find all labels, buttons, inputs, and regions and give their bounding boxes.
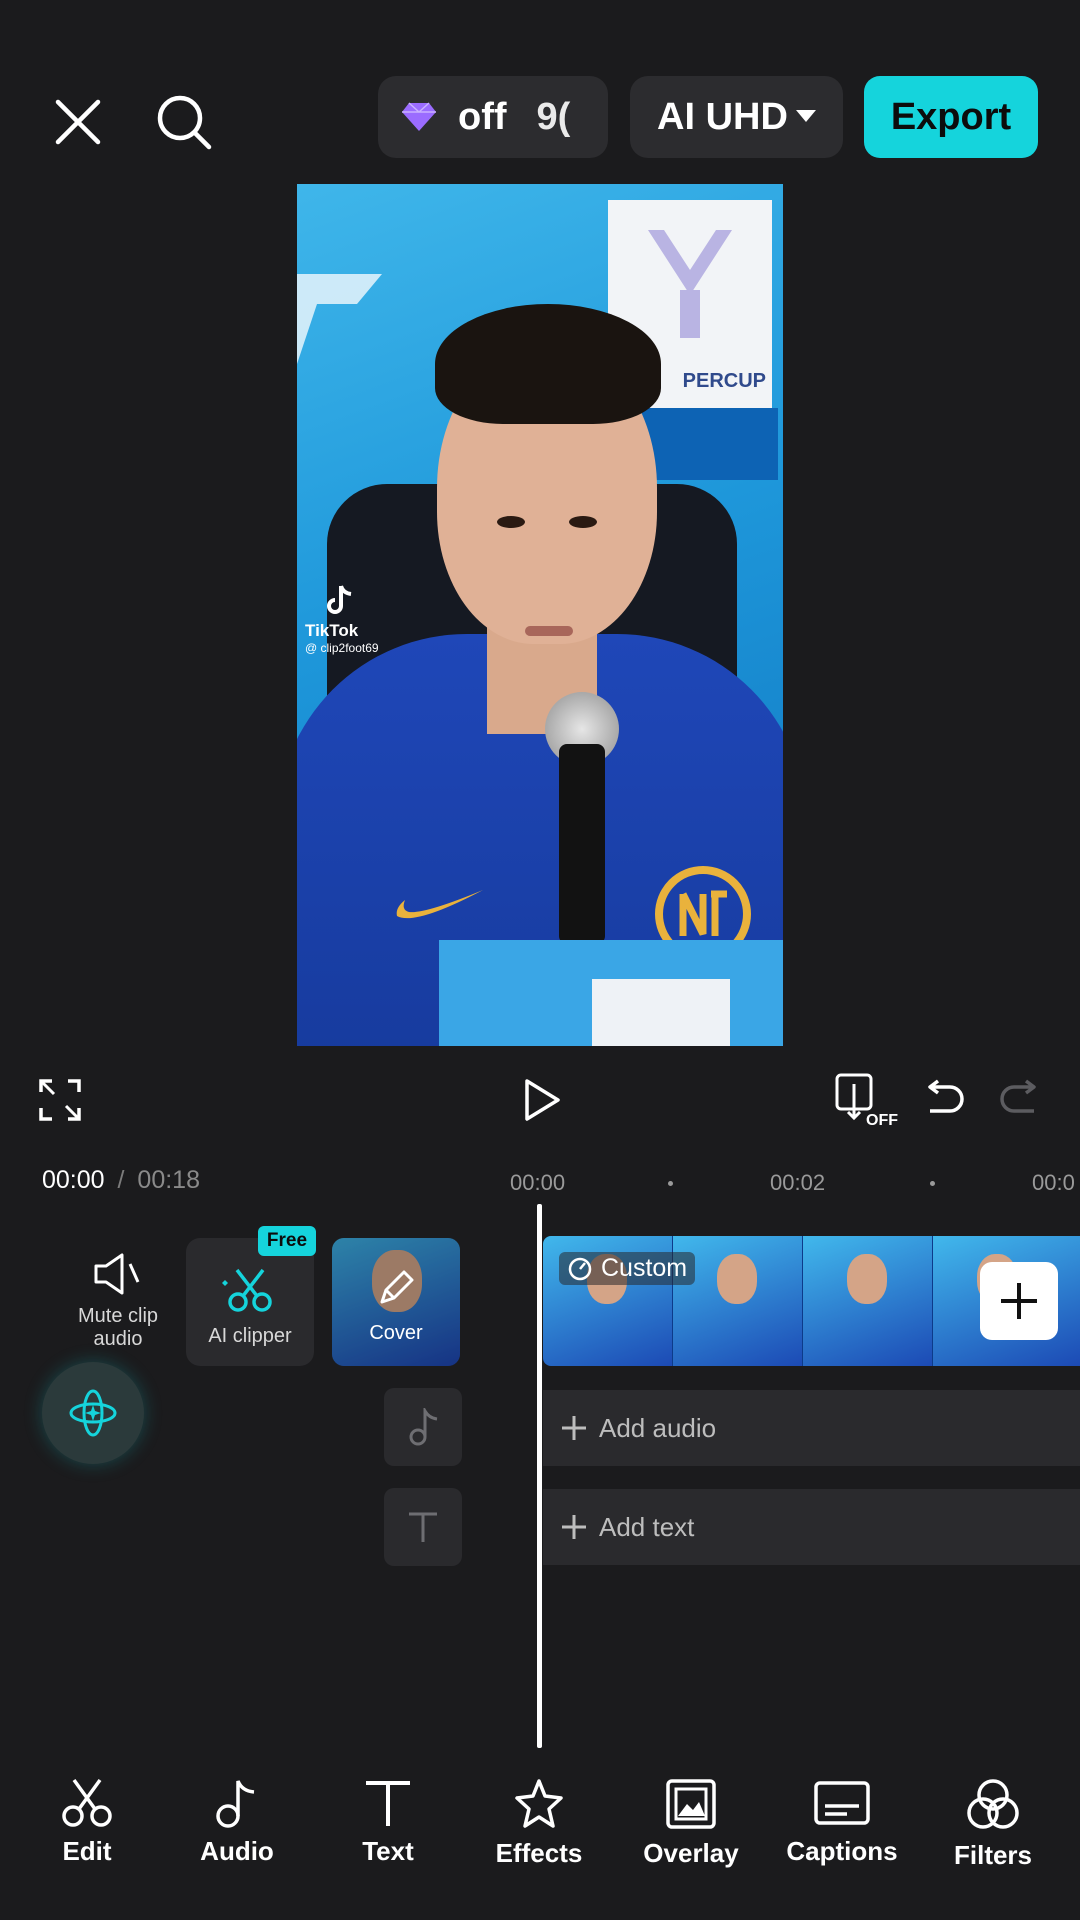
tab-edit[interactable]: Edit <box>17 1778 157 1867</box>
mute-label-line2: audio <box>93 1328 143 1350</box>
tiktok-handle: @ clip2foot69 <box>305 641 379 655</box>
music-note-icon <box>216 1780 255 1828</box>
music-note-icon <box>409 1408 438 1446</box>
add-text-label: Add text <box>599 1511 695 1542</box>
resolution-dropdown[interactable]: AI UHD <box>630 76 843 158</box>
desk-logo <box>592 979 730 1046</box>
video-preview[interactable]: PERCUP TikTok @ clip2foot69 <box>297 184 783 1046</box>
text-icon <box>366 1781 410 1826</box>
audio-track-chip[interactable] <box>384 1388 462 1466</box>
ruler-dot <box>668 1181 673 1186</box>
clip-label: Custom <box>601 1254 688 1282</box>
player-mouth <box>525 626 573 636</box>
free-badge: Free <box>258 1226 316 1256</box>
clip-frame <box>803 1236 933 1366</box>
clip-speed-tag: Custom <box>559 1252 696 1285</box>
fullscreen-icon <box>39 1079 81 1121</box>
play-icon <box>525 1079 560 1121</box>
overlay-icon <box>666 1779 716 1829</box>
backdrop-logo-left <box>297 254 397 404</box>
star-icon <box>515 1779 563 1828</box>
add-clip-button[interactable] <box>980 1262 1058 1340</box>
tab-effects-label: Effects <box>495 1838 583 1868</box>
filters-icon <box>967 1779 1019 1829</box>
fullscreen-button[interactable] <box>36 1076 84 1124</box>
pro-badge-value: 9( <box>536 95 571 138</box>
tab-edit-label: Edit <box>62 1836 112 1866</box>
cover-label: Cover <box>369 1322 423 1344</box>
ai-scissors-icon <box>222 1268 272 1312</box>
add-audio-row[interactable]: Add audio <box>543 1390 1080 1466</box>
mute-clip-audio-button[interactable]: Mute clip audio <box>60 1252 176 1362</box>
microphone-body <box>559 744 605 944</box>
undo-icon <box>928 1079 964 1113</box>
export-button[interactable]: Export <box>864 76 1038 158</box>
tab-filters[interactable]: Filters <box>923 1778 1063 1871</box>
diamond-icon <box>402 102 436 131</box>
ai-clipper-label: AI clipper <box>208 1325 292 1347</box>
pro-badge-label: off <box>458 95 507 138</box>
search-icon <box>157 95 212 150</box>
ruler-mark: 00:0 <box>1032 1170 1075 1195</box>
nike-logo <box>396 890 483 919</box>
tab-audio[interactable]: Audio <box>167 1778 307 1867</box>
ai-assistant-button[interactable] <box>42 1362 144 1464</box>
tab-captions[interactable]: Captions <box>772 1778 912 1867</box>
player-hair <box>435 304 661 424</box>
tab-text[interactable]: Text <box>318 1778 458 1867</box>
speaker-icon <box>94 1253 140 1295</box>
keyframe-off-label: OFF <box>866 1112 898 1129</box>
redo-icon <box>1000 1079 1036 1113</box>
search-button[interactable] <box>150 88 218 156</box>
tab-captions-label: Captions <box>786 1836 898 1866</box>
sparkle-orbit-icon <box>69 1389 117 1437</box>
redo-button[interactable] <box>998 1076 1044 1122</box>
ruler-dot <box>930 1181 935 1186</box>
mute-label-line1: Mute clip <box>77 1305 159 1327</box>
scissors-icon <box>62 1778 112 1827</box>
tab-filters-label: Filters <box>953 1840 1033 1870</box>
playhead[interactable] <box>537 1204 542 1748</box>
captions-icon <box>814 1781 870 1825</box>
pro-badge-button[interactable]: off 9( <box>378 76 608 158</box>
ruler-mark: 00:02 <box>770 1170 826 1195</box>
close-icon <box>55 99 101 145</box>
cover-button[interactable]: Cover <box>332 1238 460 1366</box>
text-icon <box>409 1512 437 1542</box>
plus-icon <box>562 1416 586 1440</box>
undo-button[interactable] <box>920 1076 966 1122</box>
add-text-row[interactable]: Add text <box>543 1489 1080 1565</box>
speed-icon <box>568 1257 592 1280</box>
tiktok-watermark: TikTok @ clip2foot69 <box>305 584 425 655</box>
resolution-label: AI UHD <box>657 95 788 138</box>
add-audio-label: Add audio <box>599 1412 717 1443</box>
timeline-ruler: 00:00 00:02 00:0 <box>0 1170 1080 1198</box>
player-eye-left <box>497 516 525 528</box>
text-track-chip[interactable] <box>384 1488 462 1566</box>
keyframe-toggle[interactable]: OFF <box>834 1072 898 1130</box>
tiktok-icon <box>327 585 352 614</box>
player-eye-right <box>569 516 597 528</box>
tab-text-label: Text <box>362 1836 414 1866</box>
tab-effects[interactable]: Effects <box>469 1778 609 1869</box>
ai-clipper-button[interactable]: AI clipper <box>186 1238 314 1366</box>
play-button[interactable] <box>516 1074 568 1126</box>
supercup-text: PERCUP <box>682 370 766 392</box>
tab-audio-label: Audio <box>200 1836 274 1866</box>
tiktok-brand: TikTok <box>305 621 359 640</box>
export-label: Export <box>890 95 1012 138</box>
plus-icon <box>1001 1283 1037 1319</box>
tab-overlay-label: Overlay <box>643 1838 739 1868</box>
close-button[interactable] <box>46 90 110 154</box>
pencil-icon <box>380 1270 414 1304</box>
tab-overlay[interactable]: Overlay <box>621 1778 761 1869</box>
caret-down-icon <box>795 110 816 122</box>
plus-icon <box>562 1515 586 1539</box>
ruler-mark: 00:00 <box>510 1170 566 1195</box>
